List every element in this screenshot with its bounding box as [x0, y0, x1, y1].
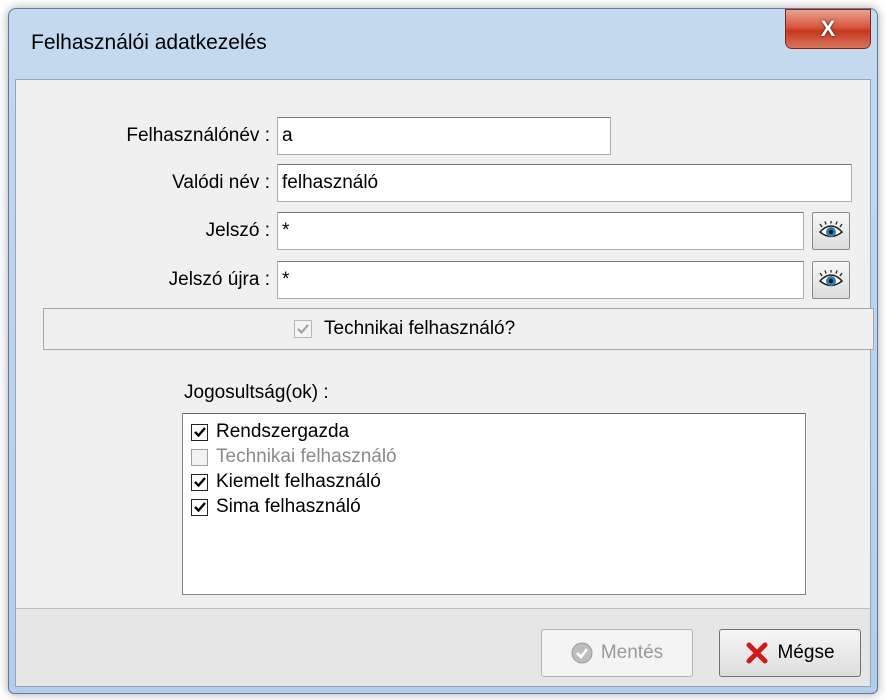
permission-label: Technikai felhasználó: [216, 446, 397, 467]
show-password-repeat-button[interactable]: [812, 261, 850, 299]
username-label: Felhasználónév :: [126, 125, 270, 146]
checkmark-icon: [193, 427, 206, 438]
eye-icon: [818, 221, 844, 238]
realname-field[interactable]: [277, 164, 852, 202]
permission-item-kiemelt[interactable]: Kiemelt felhasználó: [191, 470, 381, 494]
cancel-button-label: Mégse: [777, 642, 835, 663]
title-bar[interactable]: Felhasználói adatkezelés X: [9, 9, 877, 81]
permission-item-rendszergazda[interactable]: Rendszergazda: [191, 420, 349, 444]
permission-checkbox[interactable]: [191, 423, 208, 441]
technical-user-checkbox[interactable]: [294, 320, 312, 338]
cancel-button[interactable]: Mégse: [719, 629, 861, 677]
permissions-label: Jogosultság(ok) :: [184, 382, 329, 403]
save-check-icon: [571, 642, 593, 664]
permission-item-sima[interactable]: Sima felhasználó: [191, 495, 361, 519]
cancel-x-icon: [745, 641, 769, 665]
password-field[interactable]: [277, 212, 804, 250]
permission-label: Rendszergazda: [216, 421, 350, 442]
eye-icon: [818, 270, 844, 287]
save-button[interactable]: Mentés: [541, 629, 693, 677]
password-repeat-label: Jelszó újra :: [168, 269, 270, 290]
username-field[interactable]: [277, 117, 611, 155]
checkmark-icon: [193, 502, 206, 513]
dialog-window: Felhasználói adatkezelés X Felhasználóné…: [8, 8, 878, 694]
save-button-label: Mentés: [600, 642, 664, 663]
permissions-list[interactable]: Rendszergazda Technikai felhasználó Kiem…: [182, 413, 806, 595]
close-icon: X: [820, 16, 836, 41]
permission-checkbox: [191, 448, 208, 466]
password-repeat-field[interactable]: [277, 261, 804, 299]
permission-checkbox[interactable]: [191, 498, 208, 516]
close-button[interactable]: X: [785, 9, 871, 49]
technical-user-panel: Technikai felhasználó?: [43, 308, 874, 350]
permission-label: Kiemelt felhasználó: [216, 471, 381, 492]
technical-user-label: Technikai felhasználó?: [324, 318, 516, 339]
show-password-button[interactable]: [812, 212, 850, 250]
checkmark-icon: [193, 477, 206, 488]
checkmark-icon: [297, 324, 309, 334]
realname-label: Valódi név :: [172, 172, 270, 193]
permission-checkbox[interactable]: [191, 473, 208, 491]
password-label: Jelszó :: [205, 220, 270, 241]
window-title: Felhasználói adatkezelés: [31, 31, 267, 54]
dialog-body: Felhasználónév : Valódi név : Jelszó : J…: [15, 79, 874, 687]
button-bar: Mentés Mégse: [16, 609, 870, 686]
permission-label: Sima felhasználó: [216, 496, 361, 517]
permission-item-technikai: Technikai felhasználó: [191, 445, 397, 469]
